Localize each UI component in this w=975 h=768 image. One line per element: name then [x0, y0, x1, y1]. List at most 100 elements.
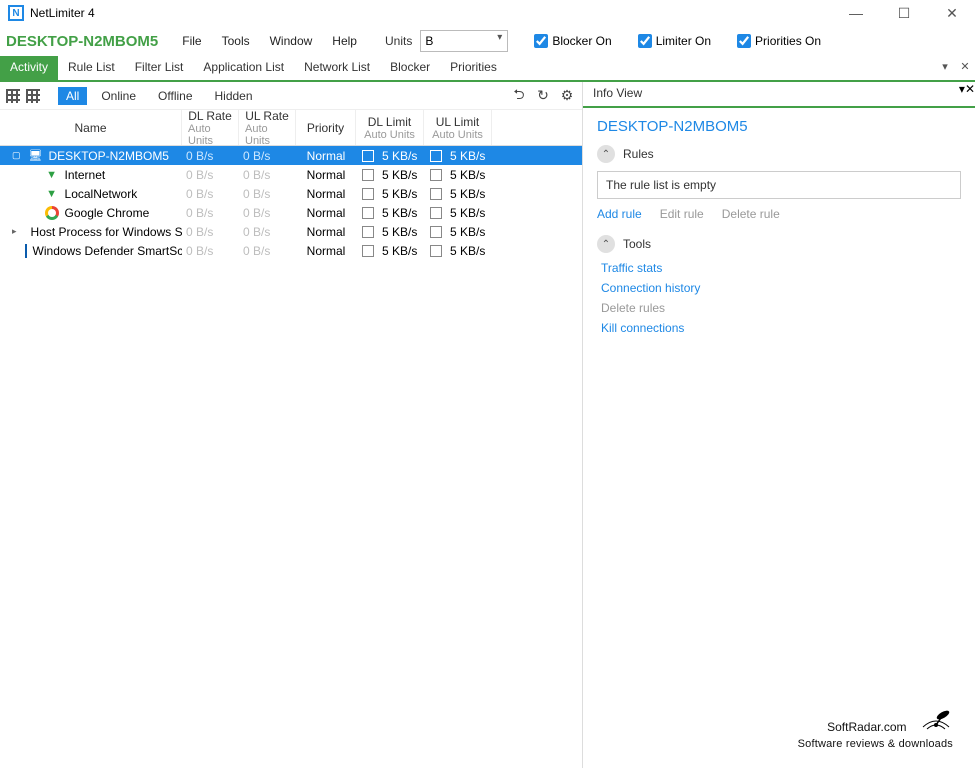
info-close-icon[interactable]: ✕	[965, 82, 975, 106]
row-name: Host Process for Windows Se	[31, 225, 182, 239]
row-ul-rate: 0 B/s	[239, 187, 296, 201]
row-priority[interactable]: Normal	[296, 206, 356, 220]
col-ul-limit[interactable]: UL LimitAuto Units	[424, 110, 492, 145]
row-dl-rate: 0 B/s	[182, 206, 239, 220]
tab-network-list[interactable]: Network List	[294, 56, 380, 80]
undo-icon[interactable]: ⮌	[510, 84, 528, 108]
rule-actions: Add rule Edit rule Delete rule	[597, 207, 961, 221]
dl-limit-checkbox[interactable]	[362, 226, 374, 238]
priorities-toggle[interactable]: Priorities On	[737, 34, 821, 48]
dl-limit-checkbox[interactable]	[362, 150, 374, 162]
col-dl-rate[interactable]: DL RateAuto Units	[182, 110, 239, 145]
row-name: Google Chrome	[65, 206, 150, 220]
app-icon: N	[8, 5, 24, 21]
tab-dropdown-icon[interactable]: ▾	[935, 56, 955, 80]
limiter-toggle[interactable]: Limiter On	[638, 34, 711, 48]
watermark: SoftRadar.com Software reviews & downloa…	[798, 701, 953, 750]
filter-all[interactable]: All	[58, 87, 87, 105]
tab-blocker[interactable]: Blocker	[380, 56, 440, 80]
ul-limit-checkbox[interactable]	[430, 207, 442, 219]
priorities-label: Priorities On	[755, 34, 821, 48]
col-name[interactable]: Name	[0, 110, 182, 145]
table-row[interactable]: ▸▼LocalNetwork0 B/s0 B/sNormal5 KB/s5 KB…	[0, 184, 582, 203]
col-priority[interactable]: Priority	[296, 110, 356, 145]
row-ul-rate: 0 B/s	[239, 149, 296, 163]
grid-view-icon-2[interactable]	[26, 89, 40, 103]
units-select[interactable]	[420, 30, 508, 52]
titlebar: N NetLimiter 4 — ☐ ✕	[0, 0, 975, 26]
row-dl-rate: 0 B/s	[182, 168, 239, 182]
col-dl-limit[interactable]: DL LimitAuto Units	[356, 110, 424, 145]
row-dl-limit: 5 KB/s	[382, 244, 417, 258]
row-ul-limit: 5 KB/s	[450, 168, 485, 182]
dl-limit-checkbox[interactable]	[362, 188, 374, 200]
minimize-button[interactable]: —	[841, 5, 871, 22]
ul-limit-checkbox[interactable]	[430, 226, 442, 238]
kill-connections-link[interactable]: Kill connections	[601, 321, 961, 335]
row-ul-limit: 5 KB/s	[450, 149, 485, 163]
tab-close-icon[interactable]: ✕	[955, 56, 975, 80]
row-priority[interactable]: Normal	[296, 244, 356, 258]
maximize-button[interactable]: ☐	[889, 5, 919, 22]
row-ul-limit: 5 KB/s	[450, 244, 485, 258]
col-ul-rate[interactable]: UL RateAuto Units	[239, 110, 296, 145]
row-priority[interactable]: Normal	[296, 187, 356, 201]
chevron-up-icon: ⌃	[597, 235, 615, 253]
ul-limit-checkbox[interactable]	[430, 150, 442, 162]
row-name: Windows Defender SmartScr	[33, 244, 182, 258]
info-title: DESKTOP-N2MBOM5	[597, 118, 961, 135]
ul-limit-checkbox[interactable]	[430, 169, 442, 181]
info-panel: Info View ▾ ✕ DESKTOP-N2MBOM5 ⌃ Rules Th…	[583, 82, 975, 768]
rules-section-header[interactable]: ⌃ Rules	[597, 145, 961, 163]
filter-online[interactable]: Online	[93, 87, 144, 105]
satellite-icon	[919, 705, 953, 738]
computer-name: DESKTOP-N2MBOM5	[6, 33, 158, 50]
tab-info-view[interactable]: Info View	[583, 82, 652, 106]
table-header: Name DL RateAuto Units UL RateAuto Units…	[0, 110, 582, 146]
table-row[interactable]: ▢🖥DESKTOP-N2MBOM50 B/s0 B/sNormal5 KB/s5…	[0, 146, 582, 165]
tab-activity[interactable]: Activity	[0, 56, 58, 80]
window-title: NetLimiter 4	[30, 6, 95, 20]
table-row[interactable]: ▸Windows Defender SmartScr0 B/s0 B/sNorm…	[0, 241, 582, 260]
row-priority[interactable]: Normal	[296, 168, 356, 182]
ul-limit-checkbox[interactable]	[430, 245, 442, 257]
delete-rules-link: Delete rules	[601, 301, 961, 315]
units-label: Units	[385, 34, 412, 48]
row-dl-limit: 5 KB/s	[382, 168, 417, 182]
filter-offline[interactable]: Offline	[150, 87, 200, 105]
menu-window[interactable]: Window	[262, 30, 321, 52]
filter-hidden[interactable]: Hidden	[207, 87, 261, 105]
row-dl-limit: 5 KB/s	[382, 187, 417, 201]
menu-help[interactable]: Help	[324, 30, 365, 52]
table-body: ▢🖥DESKTOP-N2MBOM50 B/s0 B/sNormal5 KB/s5…	[0, 146, 582, 260]
menu-file[interactable]: File	[174, 30, 209, 52]
tab-filter-list[interactable]: Filter List	[125, 56, 194, 80]
menu-tools[interactable]: Tools	[214, 30, 258, 52]
table-row[interactable]: ▸▼Internet0 B/s0 B/sNormal5 KB/s5 KB/s	[0, 165, 582, 184]
gear-icon[interactable]: ⚙	[558, 87, 576, 104]
add-rule-link[interactable]: Add rule	[597, 207, 642, 221]
filter-bar: All Online Offline Hidden ⮌ ↻ ⚙	[0, 82, 582, 110]
close-button[interactable]: ✕	[937, 5, 967, 22]
connection-history-link[interactable]: Connection history	[601, 281, 961, 295]
row-dl-limit: 5 KB/s	[382, 206, 417, 220]
tab-application-list[interactable]: Application List	[193, 56, 294, 80]
row-priority[interactable]: Normal	[296, 225, 356, 239]
row-ul-rate: 0 B/s	[239, 168, 296, 182]
refresh-icon[interactable]: ↻	[534, 87, 552, 104]
row-priority[interactable]: Normal	[296, 149, 356, 163]
dl-limit-checkbox[interactable]	[362, 169, 374, 181]
tab-rule-list[interactable]: Rule List	[58, 56, 125, 80]
grid-view-icon[interactable]	[6, 89, 20, 103]
row-dl-rate: 0 B/s	[182, 225, 239, 239]
dl-limit-checkbox[interactable]	[362, 207, 374, 219]
ul-limit-checkbox[interactable]	[430, 188, 442, 200]
dl-limit-checkbox[interactable]	[362, 245, 374, 257]
tab-priorities[interactable]: Priorities	[440, 56, 507, 80]
row-dl-rate: 0 B/s	[182, 149, 239, 163]
table-row[interactable]: ▸Host Process for Windows Se0 B/s0 B/sNo…	[0, 222, 582, 241]
tools-section-header[interactable]: ⌃ Tools	[597, 235, 961, 253]
traffic-stats-link[interactable]: Traffic stats	[601, 261, 961, 275]
blocker-toggle[interactable]: Blocker On	[534, 34, 611, 48]
table-row[interactable]: ▸Google Chrome0 B/s0 B/sNormal5 KB/s5 KB…	[0, 203, 582, 222]
